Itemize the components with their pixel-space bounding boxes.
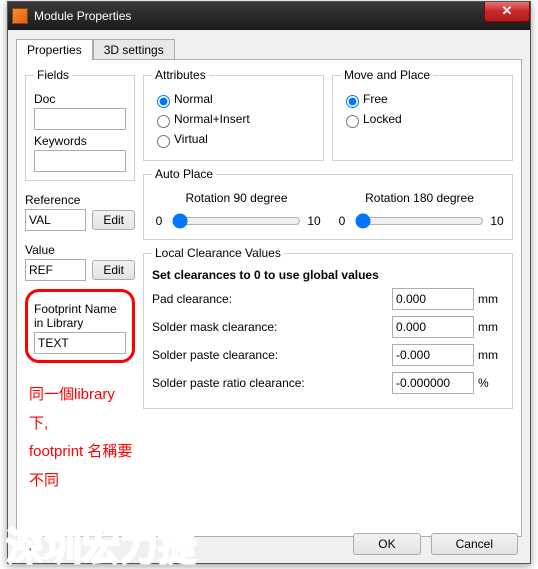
edit-reference-button[interactable]: Edit xyxy=(92,210,135,230)
tab-panel-properties: Fields Doc Keywords Reference Edit xyxy=(16,59,522,537)
radio-free-label: Free xyxy=(363,92,388,106)
pad-clearance-input[interactable] xyxy=(392,288,474,310)
value-label: Value xyxy=(25,243,135,257)
move-place-legend: Move and Place xyxy=(341,68,433,82)
doc-input[interactable] xyxy=(34,108,126,130)
radio-locked[interactable]: Locked xyxy=(341,112,504,128)
clearance-note: Set clearances to 0 to use global values xyxy=(152,268,504,282)
reference-label: Reference xyxy=(25,193,135,207)
rot180-slider[interactable] xyxy=(355,213,484,229)
tab-3d-settings[interactable]: 3D settings xyxy=(93,39,175,60)
clearance-group: Local Clearance Values Set clearances to… xyxy=(143,246,513,409)
radio-virtual[interactable]: Virtual xyxy=(152,132,315,148)
tab-properties[interactable]: Properties xyxy=(16,39,93,60)
reference-input[interactable] xyxy=(25,209,86,231)
ratio-clearance-label: Solder paste ratio clearance: xyxy=(152,376,388,390)
edit-value-button[interactable]: Edit xyxy=(92,260,135,280)
paste-clearance-unit: mm xyxy=(478,348,504,362)
attributes-group: Attributes Normal Normal+Insert Virtual xyxy=(143,68,324,161)
radio-free[interactable]: Free xyxy=(341,92,504,108)
radio-normal[interactable]: Normal xyxy=(152,92,315,108)
close-icon: ✕ xyxy=(502,3,513,18)
value-input[interactable] xyxy=(25,259,86,281)
rot180-max: 10 xyxy=(490,214,504,228)
mask-clearance-label: Solder mask clearance: xyxy=(152,320,388,334)
move-place-group: Move and Place Free Locked xyxy=(332,68,513,161)
dialog-footer: OK Cancel xyxy=(353,533,518,555)
radio-normal-insert-label: Normal+Insert xyxy=(174,112,250,126)
close-button[interactable]: ✕ xyxy=(484,2,530,22)
dialog-content: Properties 3D settings Fields Doc Keywor… xyxy=(8,30,530,545)
clearance-legend: Local Clearance Values xyxy=(152,246,284,260)
window-title: Module Properties xyxy=(34,9,131,23)
paste-clearance-input[interactable] xyxy=(392,344,474,366)
auto-place-group: Auto Place Rotation 90 degree 0 10 xyxy=(143,167,513,240)
annotation-line1: 同一個library 下, xyxy=(29,381,135,438)
annotation-text: 同一個library 下, footprint 名稱要不同 xyxy=(25,381,135,495)
mask-clearance-input[interactable] xyxy=(392,316,474,338)
radio-normal-label: Normal xyxy=(174,92,213,106)
pad-clearance-label: Pad clearance: xyxy=(152,292,388,306)
paste-clearance-label: Solder paste clearance: xyxy=(152,348,388,362)
rot180-min: 0 xyxy=(335,214,349,228)
keywords-input[interactable] xyxy=(34,150,126,172)
fields-group: Fields Doc Keywords xyxy=(25,68,135,181)
titlebar: Module Properties ✕ xyxy=(8,2,530,30)
rot90-slider[interactable] xyxy=(172,213,301,229)
footprint-name-input[interactable] xyxy=(34,332,126,354)
app-icon xyxy=(12,8,28,24)
rot90-max: 10 xyxy=(307,214,321,228)
doc-label: Doc xyxy=(34,92,126,106)
attributes-legend: Attributes xyxy=(152,68,209,82)
annotation-line2: footprint 名稱要不同 xyxy=(29,438,135,495)
tab-strip: Properties 3D settings xyxy=(16,39,522,60)
keywords-label: Keywords xyxy=(34,134,126,148)
dialog-window: Module Properties ✕ Properties 3D settin… xyxy=(7,1,531,564)
radio-normal-insert[interactable]: Normal+Insert xyxy=(152,112,315,128)
rot90-label: Rotation 90 degree xyxy=(152,191,321,205)
mask-clearance-unit: mm xyxy=(478,320,504,334)
footprint-name-label: Footprint Name in Library xyxy=(34,302,126,330)
rot180-label: Rotation 180 degree xyxy=(335,191,504,205)
footprint-highlight: Footprint Name in Library xyxy=(25,289,135,363)
ratio-clearance-input[interactable] xyxy=(392,372,474,394)
brand-logo-text: 深圳宏力捷 xyxy=(0,527,202,569)
ok-button[interactable]: OK xyxy=(353,533,420,555)
pad-clearance-unit: mm xyxy=(478,292,504,306)
radio-locked-label: Locked xyxy=(363,112,402,126)
radio-virtual-label: Virtual xyxy=(174,132,208,146)
rot90-min: 0 xyxy=(152,214,166,228)
auto-place-legend: Auto Place xyxy=(152,167,216,181)
ratio-clearance-unit: % xyxy=(478,376,504,390)
fields-legend: Fields xyxy=(34,68,72,82)
cancel-button[interactable]: Cancel xyxy=(431,533,518,555)
